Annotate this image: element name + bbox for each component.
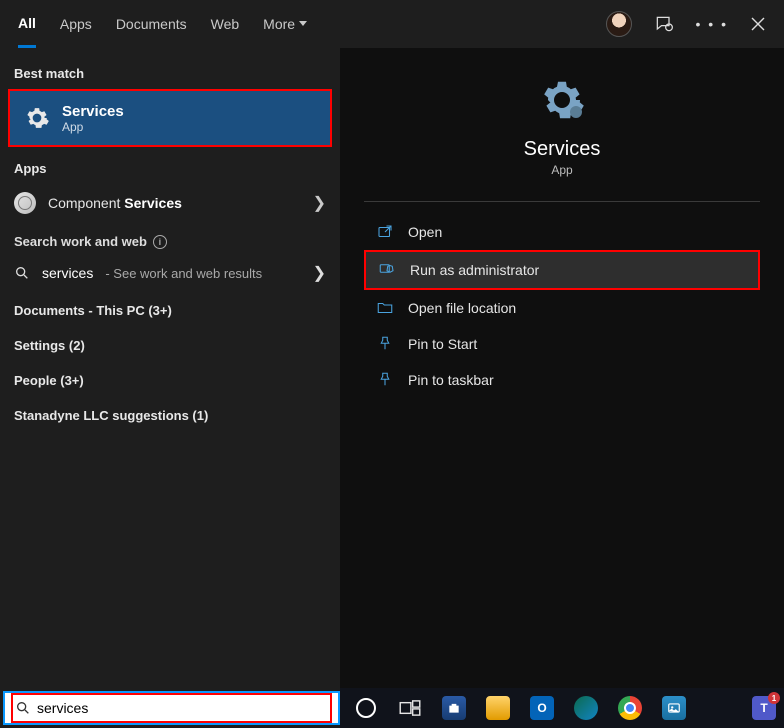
admin-icon [378,261,396,279]
tab-more[interactable]: More [263,0,307,48]
more-options-icon[interactable]: • • • [696,16,728,32]
result-services-app[interactable]: Services App [8,89,332,147]
search-icon [14,265,30,281]
action-open-file-location-label: Open file location [408,300,516,316]
taskbar-explorer[interactable] [478,692,518,724]
component-services-text: Component Services [48,195,182,211]
web-result-hint: - See work and web results [105,266,262,281]
preview-panel: Services App Open Run as administrator O… [340,48,784,688]
action-run-as-admin-label: Run as administrator [410,262,539,278]
taskbar-edge[interactable] [566,692,606,724]
best-match-label: Best match [0,60,340,87]
tab-more-label: More [263,16,295,32]
taskbar-store[interactable] [434,692,474,724]
web-result-services[interactable]: services - See work and web results ❯ [0,253,340,293]
preview-title: Services [364,138,760,161]
taskbar: O [340,688,784,728]
result-component-services[interactable]: Component Services ❯ [0,182,340,224]
search-work-web-text: Search work and web [14,234,147,249]
pin-icon [376,335,394,353]
divider [364,201,760,202]
folder-icon [376,299,394,317]
tab-all[interactable]: All [18,0,36,48]
chevron-right-icon: ❯ [313,263,326,283]
action-pin-to-taskbar-label: Pin to taskbar [408,372,494,388]
chevron-right-icon: ❯ [313,193,326,213]
search-body: Best match Services App Apps Component S… [0,48,784,688]
apps-label: Apps [0,155,340,182]
results-panel: Best match Services App Apps Component S… [0,48,340,688]
feedback-icon[interactable] [654,14,674,34]
result-text: Services App [62,103,124,134]
teams-badge: 1 [768,692,780,704]
header-actions: • • • [606,11,766,37]
action-open-file-location[interactable]: Open file location [364,290,760,326]
search-header: All Apps Documents Web More • • • [0,0,784,48]
chevron-down-icon [299,21,307,26]
edge-icon [574,696,598,720]
task-view-button[interactable] [390,692,430,724]
bottom-bar: O T 1 [0,688,784,728]
preview-hero: Services App [364,76,760,177]
web-result-query: services [42,265,93,281]
action-open[interactable]: Open [364,214,760,250]
action-pin-to-start[interactable]: Pin to Start [364,326,760,362]
action-pin-to-taskbar[interactable]: Pin to taskbar [364,362,760,398]
chrome-icon [618,696,642,720]
task-view-icon [399,700,421,716]
result-subtitle: App [62,120,124,134]
store-icon [442,696,466,720]
cortana-icon [356,698,376,718]
services-icon [24,105,50,131]
component-services-prefix: Component [48,195,124,211]
search-area [0,688,340,728]
tab-web[interactable]: Web [211,0,240,48]
close-icon[interactable] [750,16,766,32]
taskbar-teams[interactable]: T 1 [744,688,784,728]
component-services-icon [14,192,36,214]
taskbar-outlook[interactable]: O [522,692,562,724]
photos-icon [662,696,686,720]
outlook-icon: O [530,696,554,720]
services-large-icon [538,76,586,124]
user-avatar[interactable] [606,11,632,37]
search-input[interactable] [37,700,326,716]
tab-apps[interactable]: Apps [60,0,92,48]
search-icon [15,700,31,716]
result-title: Services [62,103,124,120]
taskbar-chrome[interactable] [610,692,650,724]
row-stanadyne[interactable]: Stanadyne LLC suggestions (1) [0,398,340,433]
cortana-button[interactable] [346,692,386,724]
taskbar-photos[interactable] [654,692,694,724]
open-icon [376,223,394,241]
action-pin-to-start-label: Pin to Start [408,336,477,352]
action-run-as-admin[interactable]: Run as administrator [364,250,760,290]
row-people[interactable]: People (3+) [0,363,340,398]
row-settings[interactable]: Settings (2) [0,328,340,363]
filter-tabs: All Apps Documents Web More [18,0,307,48]
preview-subtitle: App [364,163,760,177]
row-documents[interactable]: Documents - This PC (3+) [0,293,340,328]
component-services-bold: Services [124,195,182,211]
folder-icon [486,696,510,720]
search-box[interactable] [3,691,340,725]
pin-icon [376,371,394,389]
info-icon[interactable]: i [153,235,167,249]
tab-documents[interactable]: Documents [116,0,187,48]
action-open-label: Open [408,224,442,240]
teams-icon: T 1 [752,696,776,720]
search-work-web-label: Search work and web i [0,224,340,253]
